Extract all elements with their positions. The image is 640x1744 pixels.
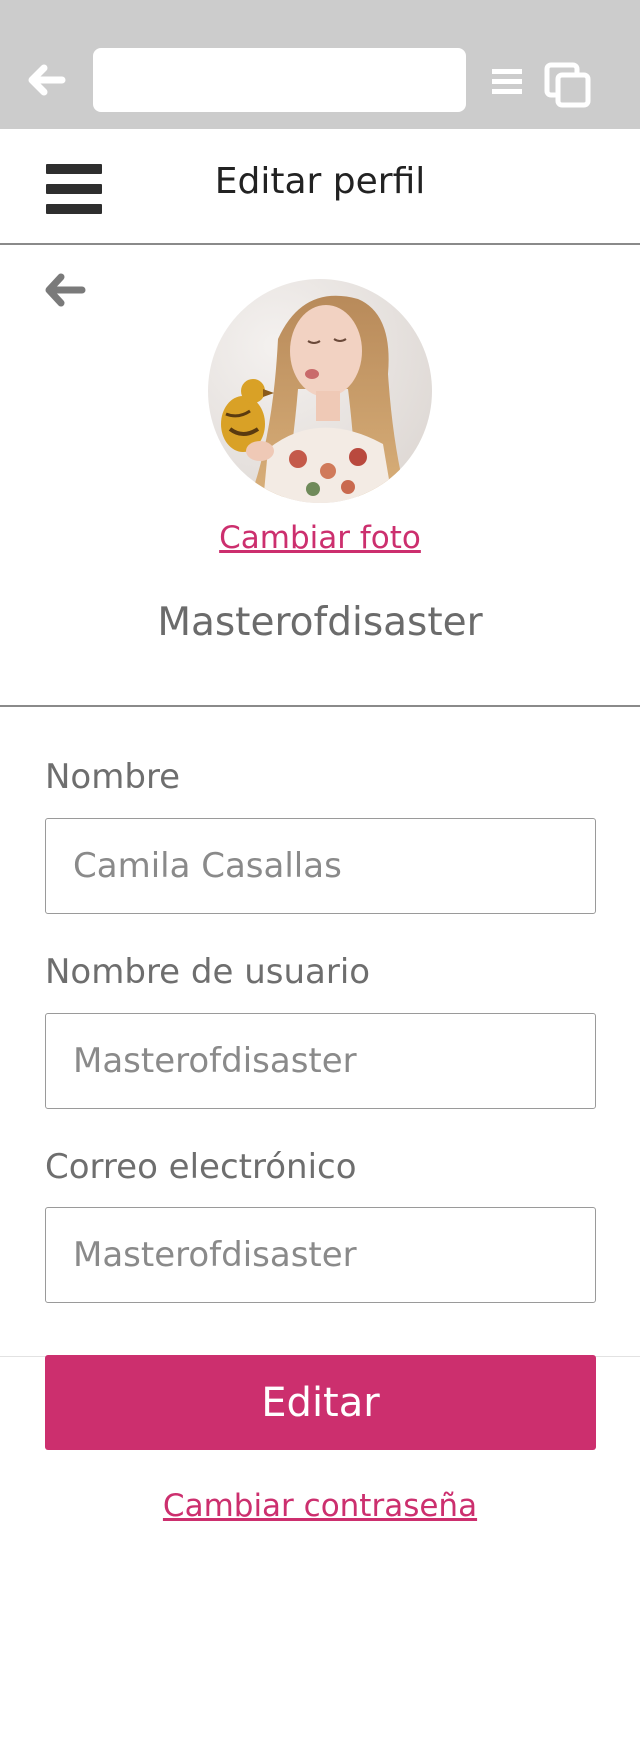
email-input[interactable] [45,1207,596,1303]
browser-menu-icon[interactable] [492,68,522,96]
page-title: Editar perfil [214,161,426,202]
change-photo-link[interactable]: Cambiar foto [0,520,640,556]
browser-toolbar [0,0,640,129]
section-divider [0,705,640,707]
browser-tabs-icon[interactable] [544,62,592,108]
profile-username: Masterofdisaster [157,600,483,645]
name-label: Nombre [45,757,181,797]
back-arrow-icon[interactable] [44,272,86,308]
name-input[interactable] [45,818,596,914]
app-header: Editar perfil [0,129,640,245]
username-label: Nombre de usuario [45,952,371,992]
edit-button[interactable]: Editar [45,1355,596,1450]
username-input[interactable] [45,1013,596,1109]
email-label: Correo electrónico [45,1147,357,1187]
change-password-link[interactable]: Cambiar contraseña [0,1488,640,1524]
browser-url-field[interactable] [93,48,466,112]
profile-avatar [208,279,432,503]
browser-back-icon[interactable] [26,60,66,100]
